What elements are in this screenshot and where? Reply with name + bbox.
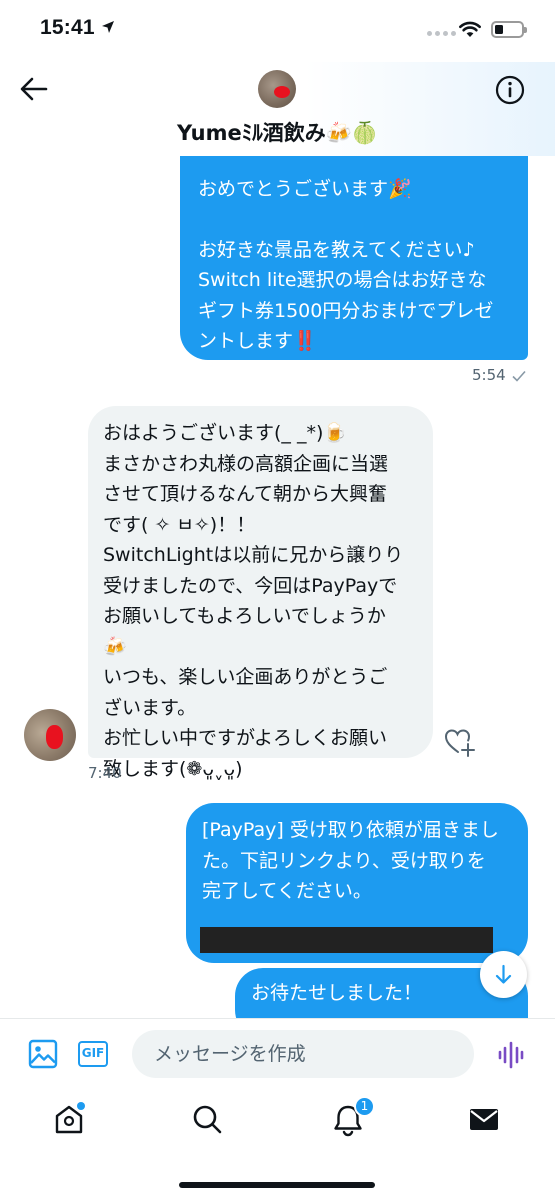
home-indicator	[179, 1182, 375, 1188]
tab-notifications[interactable]: 1	[330, 1096, 375, 1142]
message-line: ざいます。	[103, 696, 197, 719]
message-timestamp: 5:54	[472, 366, 506, 384]
message-line: Switch lite選択の場合はお好きな	[198, 269, 487, 291]
message-line: お待たせしました！	[251, 982, 423, 1004]
tab-home[interactable]	[52, 1102, 92, 1142]
tab-bar: 1	[0, 1088, 555, 1200]
conversation-header: Yumeﾐﾙ酒飲み🍻🍈	[0, 62, 555, 156]
message-line: いつも、楽しい企画ありがとうご	[103, 666, 388, 688]
message-line: お好きな景品を教えてください♪	[198, 238, 475, 261]
sent-check-icon	[512, 370, 526, 382]
message-line: 完了してください。	[202, 880, 372, 902]
search-icon	[193, 1105, 222, 1134]
add-reaction-icon[interactable]	[444, 727, 476, 757]
message-line: 受けましたので、今回はPayPayで	[103, 574, 398, 597]
wifi-icon	[459, 21, 481, 37]
battery-icon	[491, 21, 527, 38]
message-line: です( ✧ ㅂ✧)！！	[103, 513, 256, 536]
contact-name[interactable]: Yumeﾐﾙ酒飲み🍻🍈	[0, 117, 555, 147]
message-line: [PayPay] 受け取り依頼が届きまし	[202, 819, 499, 841]
redaction-bar	[200, 927, 493, 953]
voice-message-icon[interactable]	[498, 1041, 524, 1069]
info-icon[interactable]	[495, 75, 525, 105]
tab-search[interactable]	[190, 1102, 230, 1142]
home-new-dot	[77, 1102, 85, 1110]
signal-dots-icon	[427, 31, 456, 36]
message-bubble-received[interactable]: おはようございます(_ _*)🍺 まさかさわ丸様の高額企画に当選 させて頂けるな…	[88, 406, 433, 780]
message-line: 🍻	[103, 635, 127, 658]
message-list[interactable]: おめでとうございます🎉 お好きな景品を教えてください♪ Switch lite選…	[0, 156, 555, 1018]
image-icon[interactable]	[28, 1039, 58, 1069]
status-time: 15:41	[40, 16, 95, 39]
back-button[interactable]	[18, 76, 50, 102]
scroll-to-bottom-button[interactable]	[480, 951, 527, 998]
message-composer: GIF メッセージを作成	[0, 1018, 555, 1088]
contact-avatar[interactable]	[258, 70, 296, 108]
message-line: おめでとうございます🎉	[198, 178, 412, 200]
message-line: SwitchLightは以前に兄から譲りり	[103, 544, 404, 566]
message-line: お願いしてもよろしいでしょうか	[103, 605, 386, 627]
message-line: 致します(❁ᴗ͈ˬᴗ͈)	[103, 757, 243, 780]
location-arrow-icon	[102, 21, 114, 33]
envelope-icon	[470, 1109, 498, 1130]
message-line: おはようございます(_ _*)🍺	[103, 422, 348, 444]
message-timestamp: 7:40	[88, 764, 122, 782]
message-line: ントします‼️	[198, 330, 317, 352]
message-line	[198, 205, 512, 235]
message-bubble-sent[interactable]: [PayPay] 受け取り依頼が届きまし た。下記リンクより、受け取りを 完了し…	[186, 803, 528, 963]
message-line: まさかさわ丸様の高額企画に当選	[103, 452, 389, 475]
arrow-down-icon	[495, 964, 512, 984]
message-bubble-sent[interactable]: おめでとうございます🎉 お好きな景品を教えてください♪ Switch lite選…	[180, 156, 528, 360]
notifications-badge: 1	[354, 1096, 375, 1117]
message-line: させて頂けるなんて朝から大興奮	[103, 483, 388, 505]
status-bar: 15:41	[0, 0, 555, 62]
message-line: た。下記リンクより、受け取りを	[202, 849, 486, 872]
message-line: ギフト券1500円分おまけでプレゼ	[198, 299, 494, 322]
sender-avatar[interactable]	[24, 709, 76, 761]
message-line: お忙しい中ですがよろしくお願い	[103, 727, 388, 749]
gif-button[interactable]: GIF	[78, 1041, 108, 1067]
tab-messages[interactable]	[466, 1102, 506, 1142]
message-input[interactable]: メッセージを作成	[132, 1030, 474, 1078]
